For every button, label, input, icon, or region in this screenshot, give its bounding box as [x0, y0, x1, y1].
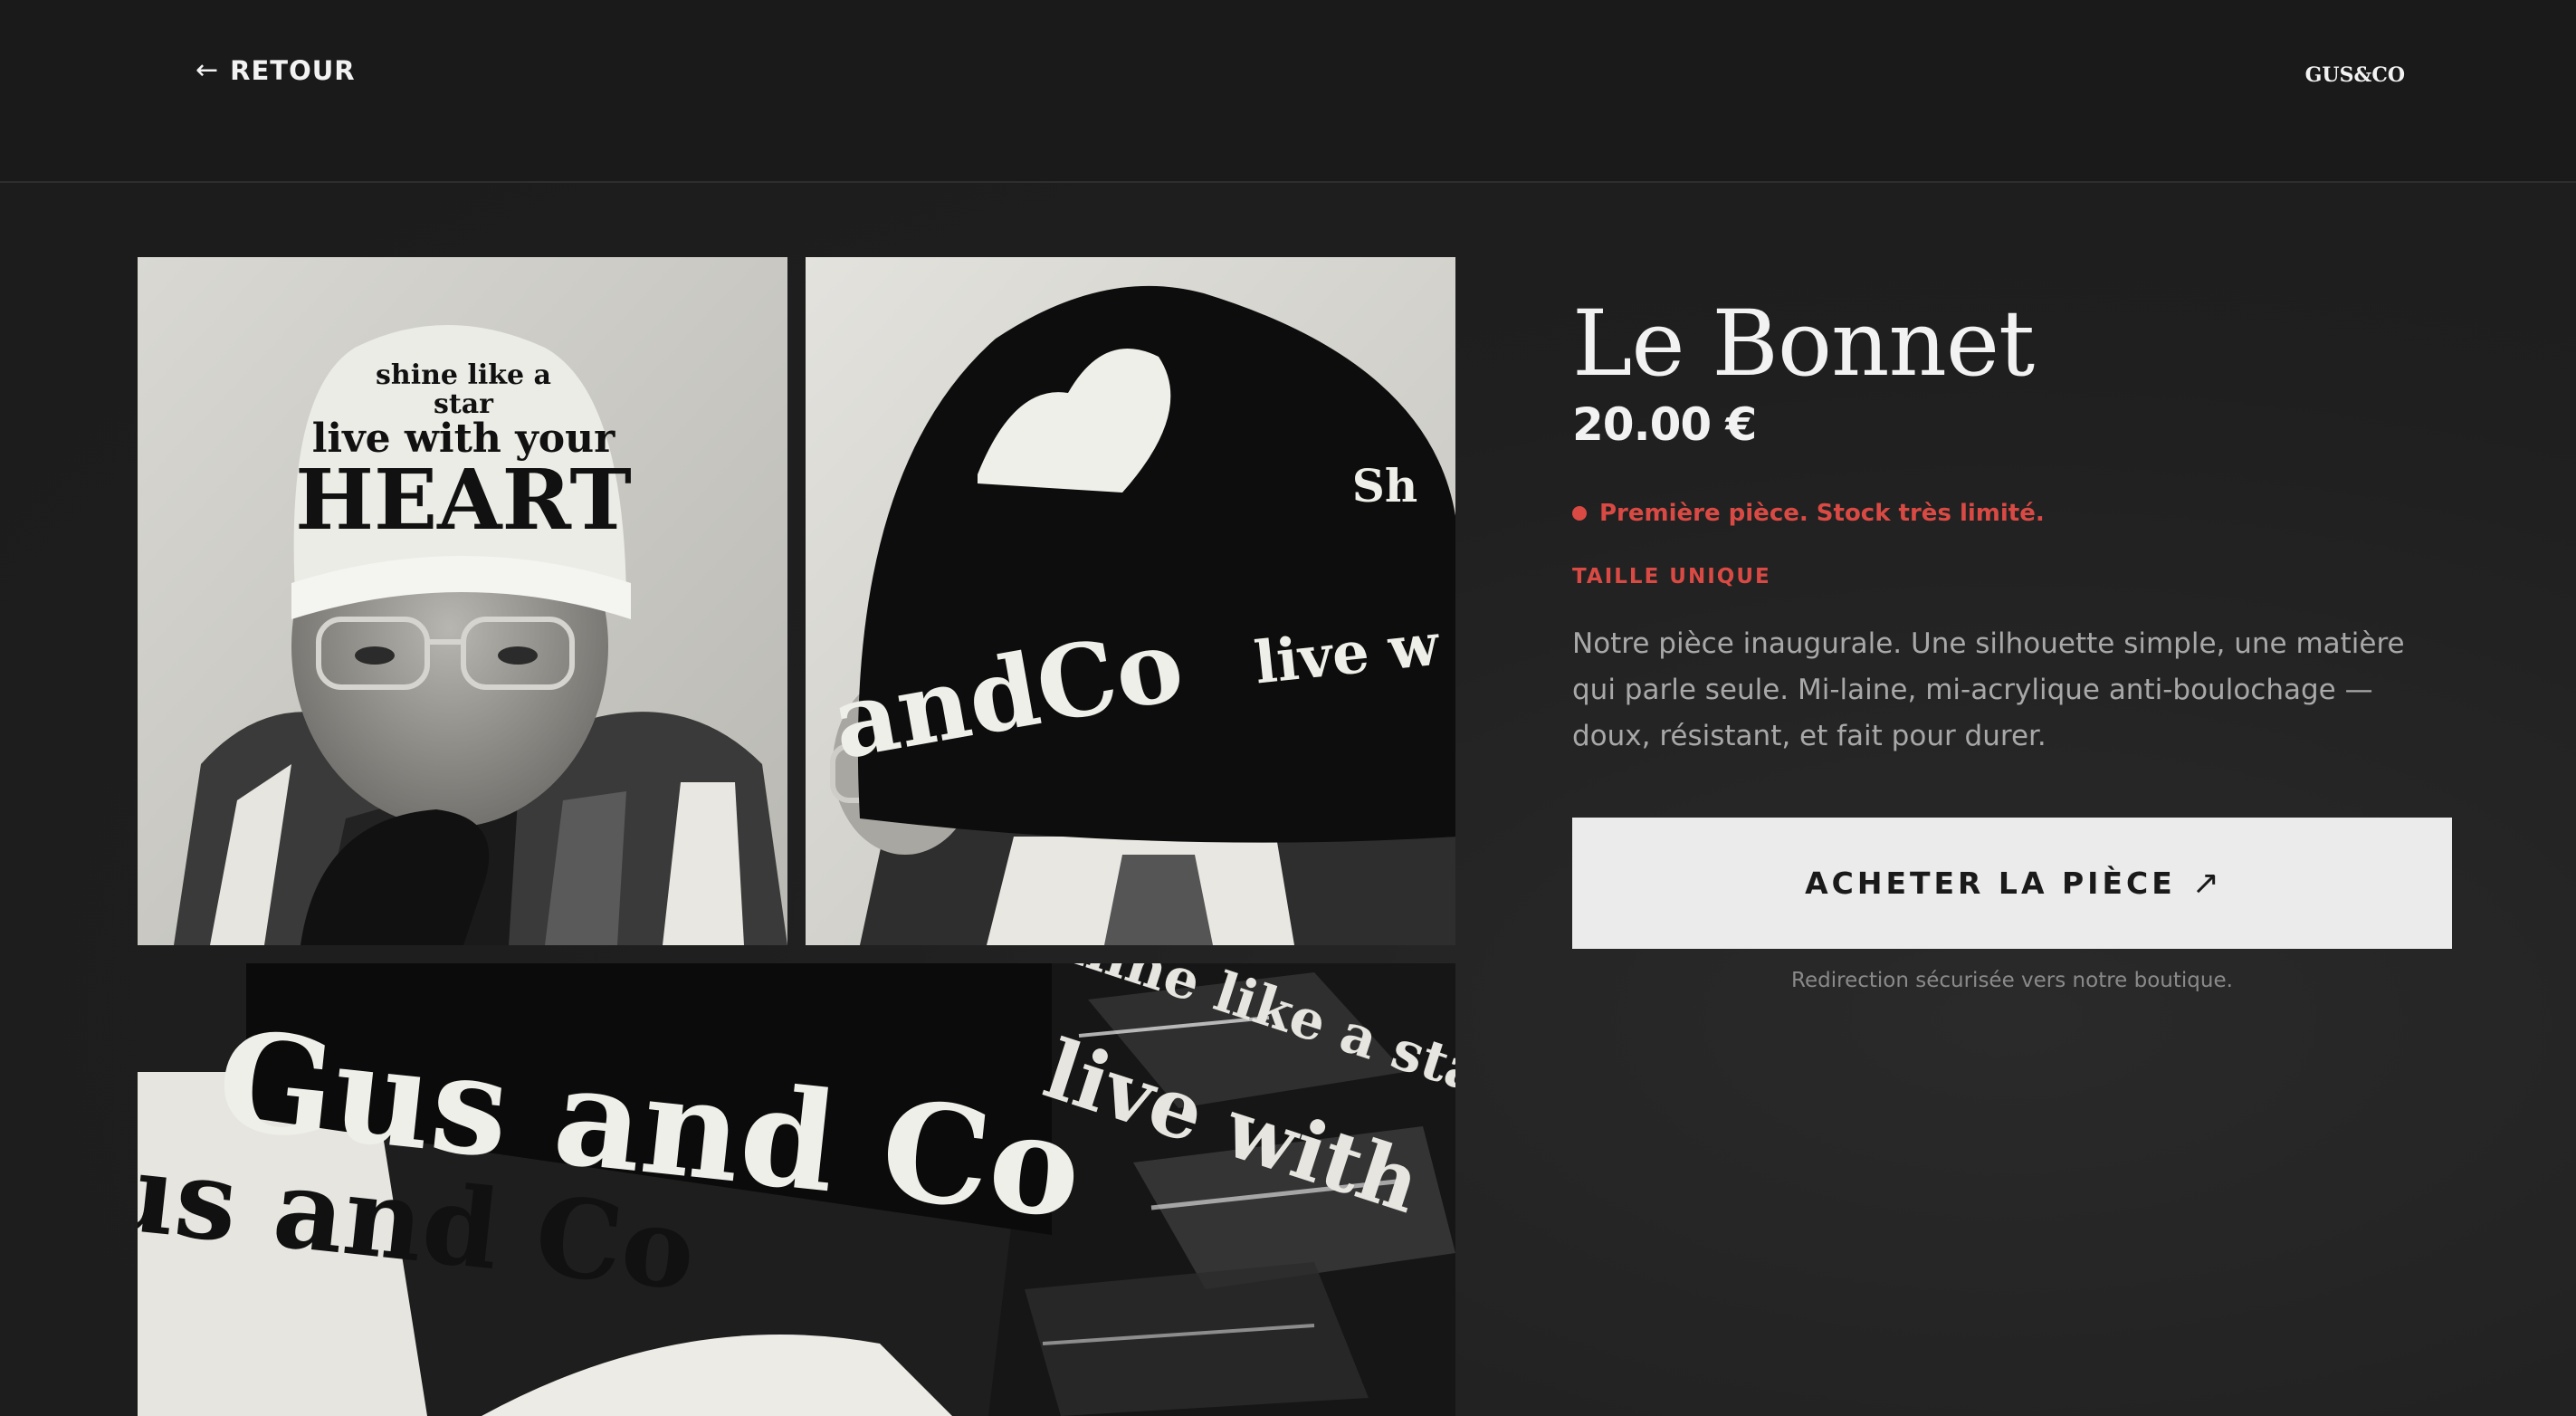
product-title: Le Bonnet — [1572, 291, 2035, 397]
buy-button-label: ACHETER LA PIÈCE — [1805, 866, 2176, 901]
knit-text: shine like a — [376, 359, 551, 391]
stock-notice: Première pièce. Stock très limité. — [1572, 500, 2452, 527]
knit-text: Sh — [1352, 459, 1417, 512]
beanie-back-photo[interactable]: andCo live w Sh — [806, 257, 1455, 945]
beanie-front-photo[interactable]: shine like a star live with your HEART — [138, 257, 787, 945]
status-dot-icon — [1572, 506, 1587, 521]
buy-button[interactable]: ACHETER LA PIÈCE ↗ — [1572, 818, 2452, 949]
brand-logo[interactable]: GUS&CO — [2305, 63, 2405, 87]
redirect-note: Redirection sécurisée vers notre boutiqu… — [1791, 969, 2233, 992]
product-page: ← RETOUR GUS&CO shine like a star live w… — [0, 0, 2576, 1416]
product-gallery: shine like a star live with your HEART a… — [138, 257, 1455, 1416]
back-link[interactable]: ← RETOUR — [196, 54, 356, 86]
external-arrow-icon: ↗ — [2191, 865, 2219, 902]
stock-notice-text: Première pièce. Stock très limité. — [1599, 500, 2045, 527]
product-info: Le Bonnet 20.00 € Première pièce. Stock … — [1572, 299, 2452, 992]
beanie-flatlay-photo[interactable]: Gus and Co Gus and Co live with shine li… — [138, 963, 1455, 1416]
top-bar: ← RETOUR GUS&CO — [0, 0, 2576, 183]
size-label: TAILLE UNIQUE — [1572, 565, 1771, 588]
arrow-left-icon: ← — [196, 54, 220, 86]
product-price: 20.00 € — [1572, 398, 1757, 451]
product-description: Notre pièce inaugurale. Une silhouette s… — [1572, 627, 2405, 752]
knit-text: HEART — [295, 451, 632, 549]
back-label: RETOUR — [230, 54, 356, 86]
